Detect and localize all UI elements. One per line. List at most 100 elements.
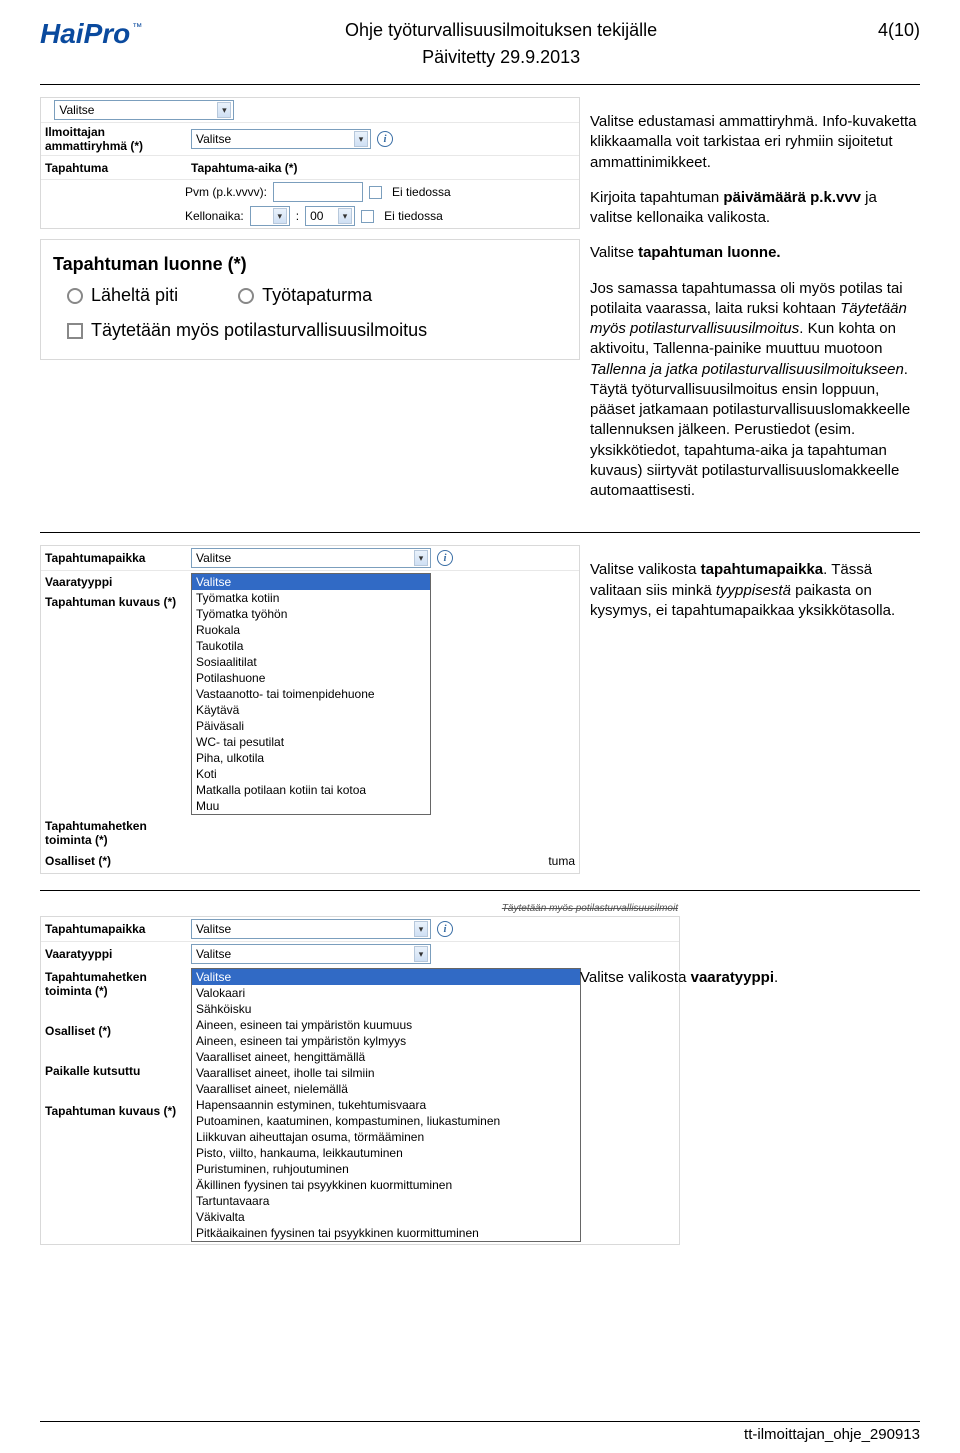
select-vaara3[interactable]: Valitse▾ bbox=[191, 944, 431, 964]
label-hetki3: Tapahtumahetken toiminta (*) bbox=[45, 970, 185, 998]
dropdown-option[interactable]: Potilashuone bbox=[192, 670, 430, 686]
dropdown-option[interactable]: Tartuntavaara bbox=[192, 1193, 580, 1209]
info-icon[interactable]: i bbox=[377, 131, 393, 147]
separator bbox=[40, 532, 920, 533]
instruction-block-1: Valitse edustamasi ammattiryhmä. Info-ku… bbox=[590, 97, 920, 516]
instruction-p4: Jos samassa tapahtumassa oli myös potila… bbox=[590, 279, 920, 502]
separator bbox=[40, 890, 920, 891]
chevron-down-icon: ▾ bbox=[354, 131, 368, 147]
label-tapahtuma: Tapahtuma bbox=[45, 161, 185, 175]
instruction-block-3: Valitse valikosta vaaratyyppi. bbox=[580, 969, 778, 986]
label-ammattiryhma: Ilmoittajan ammattiryhmä (*) bbox=[45, 125, 185, 153]
dropdown-option[interactable]: Matkalla potilaan kotiin tai kotoa bbox=[192, 782, 430, 798]
select-paikka3[interactable]: Valitse▾ bbox=[191, 919, 431, 939]
label-kutsuttu3: Paikalle kutsuttu bbox=[45, 1064, 185, 1078]
form-tapahtumapaikka: Tapahtumapaikka Valitse▾ i Vaaratyyppi T… bbox=[40, 545, 580, 874]
label-kuvaus: Tapahtuman kuvaus (*) bbox=[45, 595, 185, 609]
label-eitiedossa-2: Ei tiedossa bbox=[384, 209, 443, 223]
page-number: 4(10) bbox=[860, 20, 920, 41]
instruction-block-2: Valitse valikosta tapahtumapaikka. Tässä… bbox=[590, 545, 920, 874]
checkbox-potilasturv[interactable]: Täytetään myös potilasturvallisuusilmoit… bbox=[53, 320, 567, 341]
dropdown-option[interactable]: Vastaanotto- tai toimenpidehuone bbox=[192, 686, 430, 702]
label-kellonaika: Kellonaika: bbox=[185, 209, 244, 223]
dropdown-option[interactable]: Liikkuvan aiheuttajan osuma, törmääminen bbox=[192, 1129, 580, 1145]
dropdown-option[interactable]: Työmatka työhön bbox=[192, 606, 430, 622]
dropdown-option[interactable]: Ruokala bbox=[192, 622, 430, 638]
chevron-down-icon: ▾ bbox=[414, 550, 428, 566]
instruction-p2: Kirjoita tapahtuman päivämäärä p.k.vvv j… bbox=[590, 188, 920, 229]
dropdown-option[interactable]: Aineen, esineen tai ympäristön kylmyys bbox=[192, 1033, 580, 1049]
chevron-down-icon: ▾ bbox=[414, 921, 428, 937]
dropdown-option[interactable]: Väkivalta bbox=[192, 1209, 580, 1225]
chevron-down-icon: ▾ bbox=[338, 208, 352, 224]
logo-text: HaiPro bbox=[40, 20, 130, 48]
dropdown-option[interactable]: Vaaralliset aineet, nielemällä bbox=[192, 1081, 580, 1097]
dropdown-option[interactable]: Piha, ulkotila bbox=[192, 750, 430, 766]
checkbox-eitiedossa-aika[interactable] bbox=[361, 210, 374, 223]
label-osalliset: Osalliset (*) bbox=[45, 854, 185, 868]
dropdown-option[interactable]: Vaaralliset aineet, hengittämällä bbox=[192, 1049, 580, 1065]
label-vaara3: Vaaratyyppi bbox=[45, 947, 185, 961]
chevron-down-icon: ▾ bbox=[273, 208, 287, 224]
dropdown-option[interactable]: Valokaari bbox=[192, 985, 580, 1001]
label-hetki: Tapahtumahetken toiminta (*) bbox=[45, 819, 185, 847]
dropdown-option[interactable]: Äkillinen fyysinen tai psyykkinen kuormi… bbox=[192, 1177, 580, 1193]
dropdown-option[interactable]: Hapensaannin estyminen, tukehtumisvaara bbox=[192, 1097, 580, 1113]
dropdown-option[interactable]: Putoaminen, kaatuminen, kompastuminen, l… bbox=[192, 1113, 580, 1129]
radio-lahelta[interactable]: Läheltä piti bbox=[67, 285, 178, 306]
select-hour[interactable]: ▾ bbox=[250, 206, 290, 226]
dropdown-option[interactable]: Käytävä bbox=[192, 702, 430, 718]
input-pvm[interactable] bbox=[273, 182, 363, 202]
dropdown-option[interactable]: Sosiaalitilat bbox=[192, 654, 430, 670]
dropdown-option[interactable]: Muu bbox=[192, 798, 430, 814]
select-ammattiryhma[interactable]: Valitse▾ bbox=[191, 129, 371, 149]
dropdown-option[interactable]: Vaaralliset aineet, iholle tai silmiin bbox=[192, 1065, 580, 1081]
radio-tyotapaturma[interactable]: Työtapaturma bbox=[238, 285, 372, 306]
label-kuvaus3: Tapahtuman kuvaus (*) bbox=[45, 1104, 185, 1118]
dropdown-vaara[interactable]: ValitseValokaariSähköiskuAineen, esineen… bbox=[191, 968, 581, 1242]
dropdown-paikka[interactable]: ValitseTyömatka kotiinTyömatka työhönRuo… bbox=[191, 573, 431, 815]
dropdown-option[interactable]: WC- tai pesutilat bbox=[192, 734, 430, 750]
separator bbox=[40, 84, 920, 85]
dropdown-option[interactable]: Taukotila bbox=[192, 638, 430, 654]
select-paikka[interactable]: Valitse▾ bbox=[191, 548, 431, 568]
label-potilasturv: Täytetään myös potilasturvallisuusilmoit… bbox=[91, 320, 427, 340]
dropdown-option[interactable]: Koti bbox=[192, 766, 430, 782]
dropdown-option[interactable]: Pisto, viilto, hankauma, leikkautuminen bbox=[192, 1145, 580, 1161]
chevron-down-icon: ▾ bbox=[217, 102, 231, 118]
panel-luonne: Tapahtuman luonne (*) Läheltä piti Työta… bbox=[40, 239, 580, 360]
logo: HaiPro ™ bbox=[40, 20, 142, 48]
label-paikka3: Tapahtumapaikka bbox=[45, 922, 185, 936]
label-eitiedossa-1: Ei tiedossa bbox=[392, 185, 451, 199]
doc-title: Ohje työturvallisuusilmoituksen tekijäll… bbox=[142, 20, 860, 41]
instruction-p1: Valitse edustamasi ammattiryhmä. Info-ku… bbox=[590, 112, 920, 173]
label-luonne: Tapahtuman luonne (*) bbox=[53, 254, 567, 275]
dropdown-option[interactable]: Työmatka kotiin bbox=[192, 590, 430, 606]
label-vaara: Vaaratyyppi bbox=[45, 575, 185, 589]
dropdown-option[interactable]: Pitkäaikainen fyysinen tai psyykkinen ku… bbox=[192, 1225, 580, 1241]
instruction-p3: Valitse tapahtuman luonne. bbox=[590, 243, 920, 263]
select-minute[interactable]: 00▾ bbox=[305, 206, 355, 226]
doc-updated: Päivitetty 29.9.2013 bbox=[142, 47, 860, 68]
label-osalliset3: Osalliset (*) bbox=[45, 1024, 185, 1038]
dropdown-option[interactable]: Päiväsali bbox=[192, 718, 430, 734]
dropdown-option[interactable]: Valitse bbox=[192, 969, 580, 985]
dropdown-option[interactable]: Valitse bbox=[192, 574, 430, 590]
footer-text: tt-ilmoittajan_ohje_290913 bbox=[744, 1426, 920, 1443]
label-paikka: Tapahtumapaikka bbox=[45, 551, 185, 565]
dropdown-option[interactable]: Aineen, esineen tai ympäristön kuumuus bbox=[192, 1017, 580, 1033]
page-header: HaiPro ™ Ohje työturvallisuusilmoituksen… bbox=[40, 20, 920, 68]
label-tapahtuma-aika: Tapahtuma-aika (*) bbox=[191, 161, 297, 175]
footer: tt-ilmoittajan_ohje_290913 bbox=[40, 1421, 920, 1443]
checkbox-eitiedossa-pvm[interactable] bbox=[369, 186, 382, 199]
info-icon[interactable]: i bbox=[437, 550, 453, 566]
dropdown-option[interactable]: Sähköisku bbox=[192, 1001, 580, 1017]
form-ilmoittaja: . Valitse▾ Ilmoittajan ammattiryhmä (*) … bbox=[40, 97, 580, 229]
dropdown-option[interactable]: Puristuminen, ruhjoutuminen bbox=[192, 1161, 580, 1177]
form-vaaratyyppi: Tapahtumapaikka Valitse▾ i Vaaratyyppi V… bbox=[40, 916, 680, 1245]
select-valitse-top[interactable]: Valitse▾ bbox=[54, 100, 234, 120]
info-icon[interactable]: i bbox=[437, 921, 453, 937]
truncated-text: tuma bbox=[548, 854, 575, 868]
overflow-text: Täytetään myös potilasturvallisuusilmoit bbox=[40, 903, 680, 915]
label-pvm: Pvm (p.k.vvvv): bbox=[185, 185, 267, 199]
